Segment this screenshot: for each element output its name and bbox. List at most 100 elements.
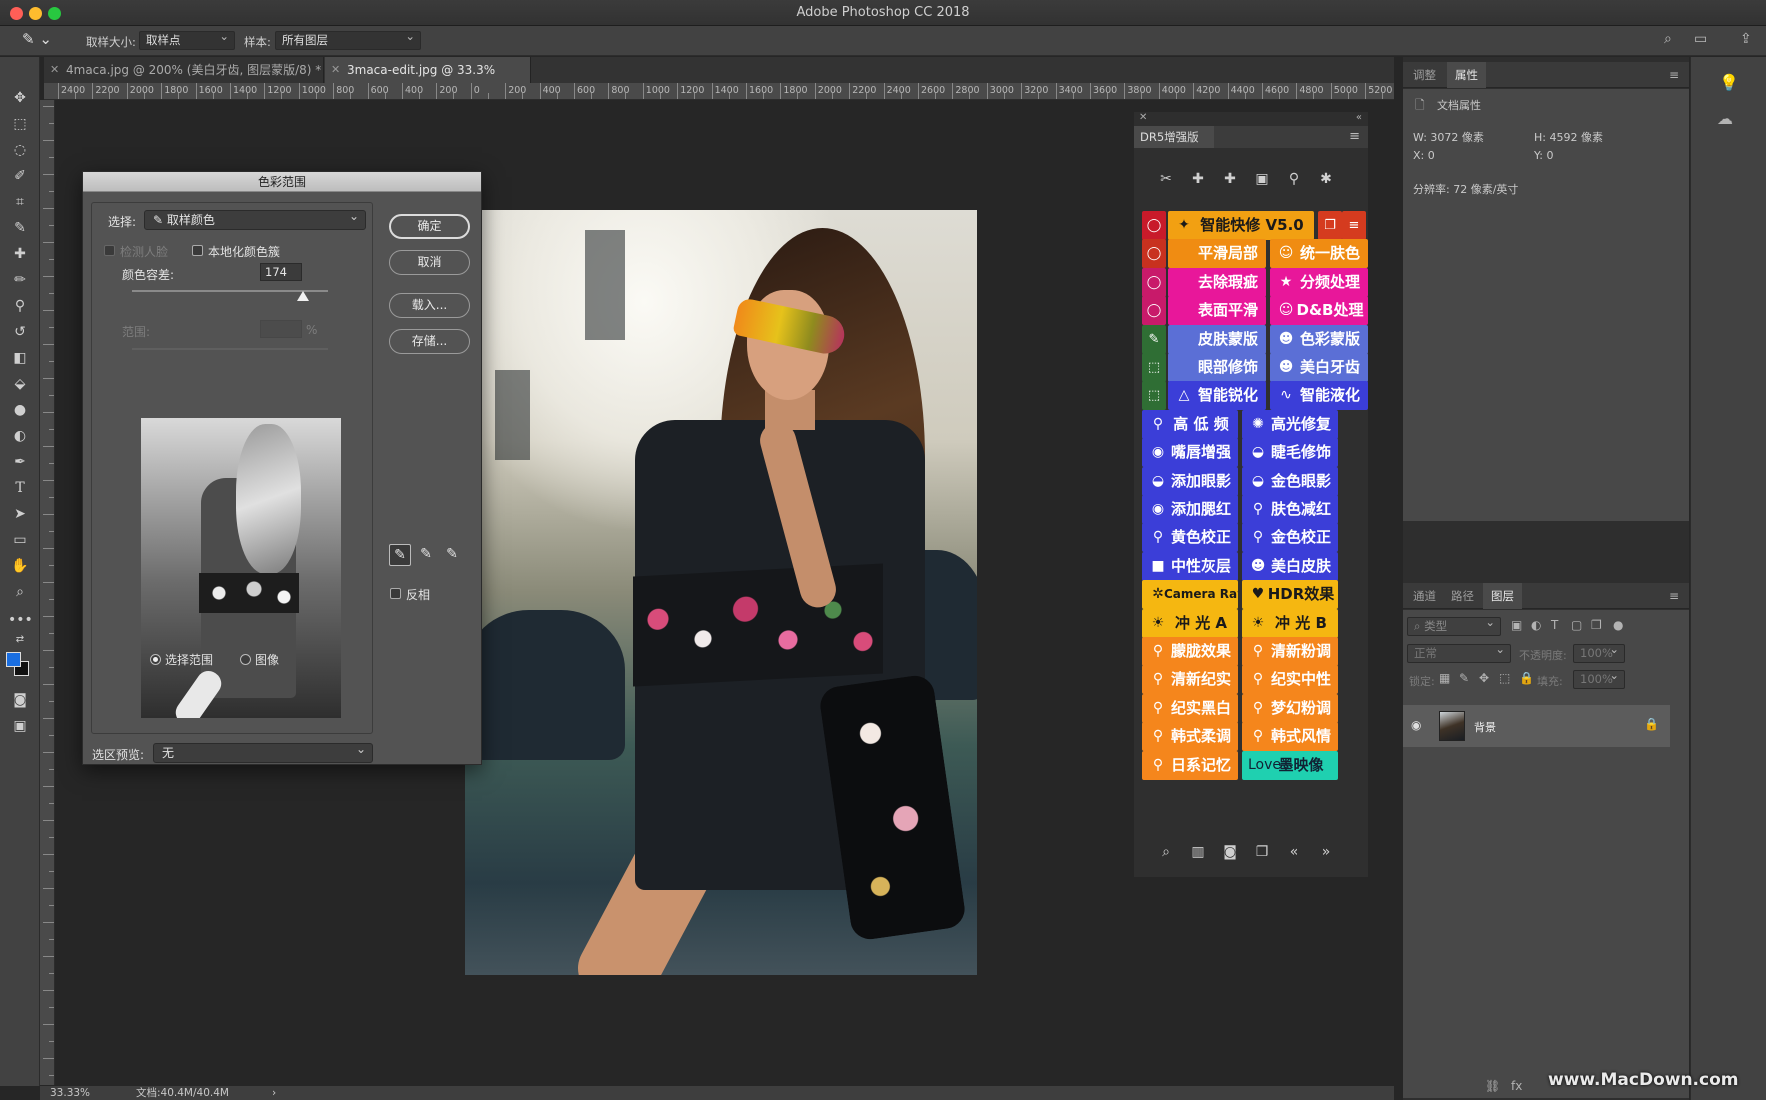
dr5-mode-icon[interactable]: ◯ [1142,239,1166,269]
learn-lightbulb-icon[interactable]: 💡 [1719,73,1739,92]
tab-layers[interactable]: 图层 [1483,583,1522,609]
bandage-icon[interactable]: ✚ [1217,168,1243,190]
dr5-button[interactable]: ⚲ 肤色减红 [1242,495,1338,524]
healing-brush-tool-icon[interactable]: ✚ [8,243,32,265]
lock-artboard-icon[interactable]: ⬚ [1499,671,1510,685]
bandage-icon[interactable]: ✚ [1185,168,1211,190]
collapse-panel-icon[interactable]: « [1356,112,1362,124]
filter-pixel-icon[interactable]: ▣ [1511,618,1522,632]
dr5-button[interactable]: ☺ D&B处理 [1270,296,1368,326]
next-page-icon[interactable]: » [1313,841,1339,863]
stamp-tool-icon[interactable]: ⚲ [8,295,32,317]
image-radio[interactable] [240,654,251,665]
dr5-button[interactable]: ✲Camera Raw [1142,580,1238,610]
filter-toggle-icon[interactable]: ● [1613,618,1623,632]
filter-smart-icon[interactable]: ❐ [1591,618,1602,632]
eraser-tool-icon[interactable]: ◧ [8,347,32,369]
lock-all-icon[interactable]: 🔒 [1519,671,1534,685]
invert-checkbox[interactable] [390,588,401,599]
dr5-button[interactable]: 表面平滑 [1168,296,1266,326]
dr5-button[interactable]: ⚲ 清新纪实 [1142,665,1238,695]
dr5-button[interactable]: ♥ HDR效果 [1242,580,1338,610]
link-layers-icon[interactable]: ⛓ [1485,1079,1500,1093]
lock-position-icon[interactable]: ✥ [1479,671,1489,685]
dr5-button[interactable]: ★ 分频处理 [1270,267,1368,297]
dr5-button[interactable]: 平滑局部 [1168,239,1266,269]
close-tab-icon[interactable]: ✕ [331,57,340,83]
dr5-button[interactable]: ⚲ 梦幻粉调 [1242,693,1338,723]
close-panel-icon[interactable]: ✕ [1139,112,1147,124]
dr5-button[interactable]: ◒ 添加眼影 [1142,466,1238,496]
dr5-button[interactable]: 去除瑕疵 [1168,267,1266,297]
dr5-button[interactable]: ☻ 美白牙齿 [1270,353,1368,382]
filter-type-icon[interactable]: T [1551,618,1558,632]
fill-input[interactable]: 100% [1573,667,1625,689]
eyedropper-tool-icon[interactable]: ✎ [8,217,32,239]
layers-icon[interactable]: ❐ [1249,841,1275,863]
dr5-button[interactable]: 皮肤蒙版 [1168,324,1266,354]
path-select-tool-icon[interactable]: ➤ [8,503,32,525]
type-tool-icon[interactable]: T [8,477,32,499]
dr5-button[interactable]: ◉ 添加腮红 [1142,495,1238,524]
screen-mode-icon[interactable]: ▣ [8,715,32,737]
blur-tool-icon[interactable]: ● [8,399,32,421]
stamp-icon[interactable]: ⚲ [1281,168,1307,190]
marquee-tool-icon[interactable]: ⬚ [8,113,32,135]
eyedropper-icon[interactable]: ✎ [389,544,411,566]
dr5-button[interactable]: ⚲ 高 低 频 [1142,409,1238,439]
fuzziness-slider-thumb[interactable] [296,291,309,301]
dr5-button[interactable]: Love 墨映像 [1242,750,1338,780]
selection-radio[interactable] [150,654,161,665]
panel-menu-icon[interactable]: ≡ [1669,68,1679,82]
dodge-tool-icon[interactable]: ◐ [8,425,32,447]
crop-tool-icon[interactable]: ⌗ [8,191,32,213]
minimize-window-button[interactable] [29,7,42,20]
dr5-button[interactable]: ☀ 冲 光 A [1142,608,1238,638]
dr5-button[interactable]: ☺ 统一肤色 [1270,239,1368,269]
sample-dropdown[interactable]: 所有图层 [275,28,421,50]
detect-faces-checkbox[interactable] [104,245,115,256]
document-image[interactable] [465,210,977,975]
close-tab-icon[interactable]: ✕ [50,57,59,83]
rectangle-tool-icon[interactable]: ▭ [8,529,32,551]
zoom-tool-icon[interactable]: ⌕ [8,581,32,603]
libraries-icon[interactable]: ☁ [1717,109,1733,128]
ok-button[interactable]: 确定 [389,214,470,239]
zoom-level[interactable]: 33.33% [50,1086,90,1100]
dr5-button[interactable]: ⚲ 纪实中性 [1242,665,1338,695]
dr5-mode-icon[interactable]: ≡ [1342,211,1366,240]
brush-tool-icon[interactable]: ✏ [8,269,32,291]
layer-effects-icon[interactable]: fx [1511,1079,1522,1093]
dr5-mode-icon[interactable]: ◯ [1142,267,1166,297]
chip-icon[interactable]: ▣ [1249,168,1275,190]
hand-tool-icon[interactable]: ✋ [8,555,32,577]
tab-channels[interactable]: 通道 [1405,583,1444,609]
dr5-button[interactable]: ⚲ 朦胧效果 [1142,637,1238,666]
close-window-button[interactable] [10,7,23,20]
tab-adjustments[interactable]: 调整 [1405,62,1444,88]
search-icon[interactable]: ⌕ [1664,31,1672,47]
dr5-button[interactable]: ☻ 美白皮肤 [1242,551,1338,581]
dr5-button[interactable]: ⚲ 清新粉调 [1242,637,1338,666]
dr5-mode-icon[interactable]: ⬚ [1142,381,1166,411]
tab-properties[interactable]: 属性 [1447,62,1486,88]
dr5-button[interactable]: ⚲ 金色校正 [1242,523,1338,553]
puppet-icon[interactable]: ✱ [1313,168,1339,190]
dr5-button[interactable]: ∿ 智能液化 [1270,381,1368,411]
dr5-button[interactable]: ☀ 冲 光 B [1242,608,1338,638]
dr5-button[interactable]: ⚲ 韩式风情 [1242,722,1338,752]
eyedropper-minus-icon[interactable]: ✎ [441,544,463,566]
dr5-button[interactable]: ✦ 智能快修 V5.0 [1168,211,1314,240]
layer-filter-dropdown[interactable]: ⌕ 类型 [1407,614,1501,636]
tab-4maca[interactable]: ✕ 4maca.jpg @ 200% (美白牙齿, 图层蒙版/8) * [44,57,324,83]
tab-paths[interactable]: 路径 [1443,583,1482,609]
dr5-button[interactable]: ⚲ 日系记忆 [1142,750,1238,780]
load-button[interactable]: 载入... [389,293,470,318]
columns-icon[interactable]: ▥ [1185,841,1211,863]
camera-icon[interactable]: ◙ [1217,841,1243,863]
dr5-mode-icon[interactable]: ◯ [1142,211,1166,240]
more-tools-icon[interactable]: ••• [8,609,33,631]
dr5-button[interactable]: ■ 中性灰层 [1142,551,1238,581]
dr5-button[interactable]: ⚲ 纪实黑白 [1142,693,1238,723]
dr5-button[interactable]: ◒ 金色眼影 [1242,466,1338,496]
